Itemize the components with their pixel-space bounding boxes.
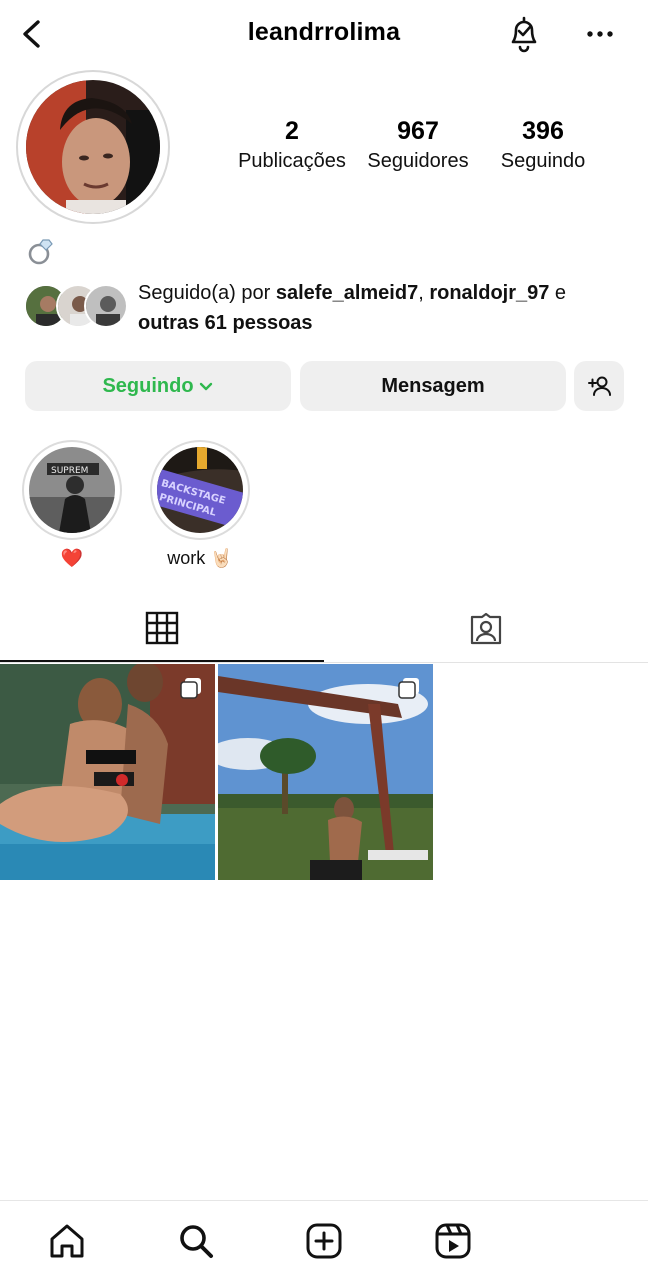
mutual-others[interactable]: outras 61 pessoas: [138, 312, 313, 334]
post-thumbnail[interactable]: [0, 664, 215, 880]
following-button[interactable]: Seguindo: [25, 361, 291, 411]
followed-by-text[interactable]: Seguido(a) por salefe_almeid7, ronaldojr…: [138, 278, 638, 338]
mutual-user-1[interactable]: salefe_almeid7: [276, 282, 418, 304]
post-thumbnail[interactable]: [218, 664, 433, 880]
highlight-item[interactable]: SUPREM ❤️: [22, 440, 122, 570]
home-icon[interactable]: [47, 1221, 87, 1261]
tab-posts-grid[interactable]: [0, 596, 324, 662]
suggest-people-button[interactable]: [574, 361, 624, 411]
bottom-navigation: [0, 1200, 648, 1280]
message-button-label: Mensagem: [381, 374, 485, 397]
chevron-down-icon: [199, 382, 212, 391]
tagged-icon: [470, 612, 502, 645]
mutual-user-2[interactable]: ronaldojr_97: [429, 282, 549, 304]
conjunction: e: [549, 282, 567, 304]
profile-avatar[interactable]: [26, 80, 160, 214]
more-horizontal-icon[interactable]: [580, 18, 620, 52]
highlight-cover: SUPREM: [29, 447, 115, 533]
mutual-followers-avatars[interactable]: [24, 282, 128, 330]
following-label: Seguindo: [500, 150, 586, 172]
stat-following[interactable]: 396 Seguindo: [488, 116, 598, 176]
add-person-icon: [588, 376, 611, 396]
multiple-images-icon: [180, 678, 201, 699]
highlight-cover: BACKSTAGE PRINCIPAL: [157, 447, 243, 533]
highlight-label: ❤️: [60, 548, 84, 568]
highlight-item[interactable]: BACKSTAGE PRINCIPAL work 🤘🏻: [150, 440, 250, 570]
top-bar: leandrrolima: [0, 0, 648, 70]
search-icon[interactable]: [176, 1221, 216, 1261]
mutual-avatar: [84, 284, 128, 328]
create-post-icon[interactable]: [304, 1221, 344, 1261]
posts-count: 2: [285, 117, 299, 145]
grid-icon: [145, 611, 179, 645]
separator: ,: [418, 282, 430, 304]
multiple-images-icon: [398, 678, 419, 699]
followers-label: Seguidores: [367, 150, 469, 172]
followers-count: 967: [397, 117, 439, 145]
following-button-label: Seguindo: [102, 374, 194, 397]
message-button[interactable]: Mensagem: [300, 361, 566, 411]
ring-icon: [28, 239, 53, 265]
svg-text:SUPREM: SUPREM: [51, 466, 88, 476]
stat-posts[interactable]: 2 Publicações: [232, 116, 352, 176]
following-count: 396: [522, 117, 564, 145]
reels-icon[interactable]: [433, 1221, 473, 1261]
highlight-label: work 🤘🏻: [167, 548, 233, 568]
highlight-ring: BACKSTAGE PRINCIPAL: [150, 440, 250, 540]
followed-by-prefix: Seguido(a) por: [138, 282, 276, 304]
highlight-ring: SUPREM: [22, 440, 122, 540]
tabs-divider: [0, 662, 648, 663]
posts-label: Publicações: [238, 150, 346, 172]
profile-username: leandrrolima: [247, 18, 401, 46]
stat-followers[interactable]: 967 Seguidores: [356, 116, 480, 176]
bio-text: 💍: [26, 236, 56, 266]
bell-check-icon[interactable]: [504, 14, 544, 54]
tab-tagged[interactable]: [324, 596, 648, 662]
